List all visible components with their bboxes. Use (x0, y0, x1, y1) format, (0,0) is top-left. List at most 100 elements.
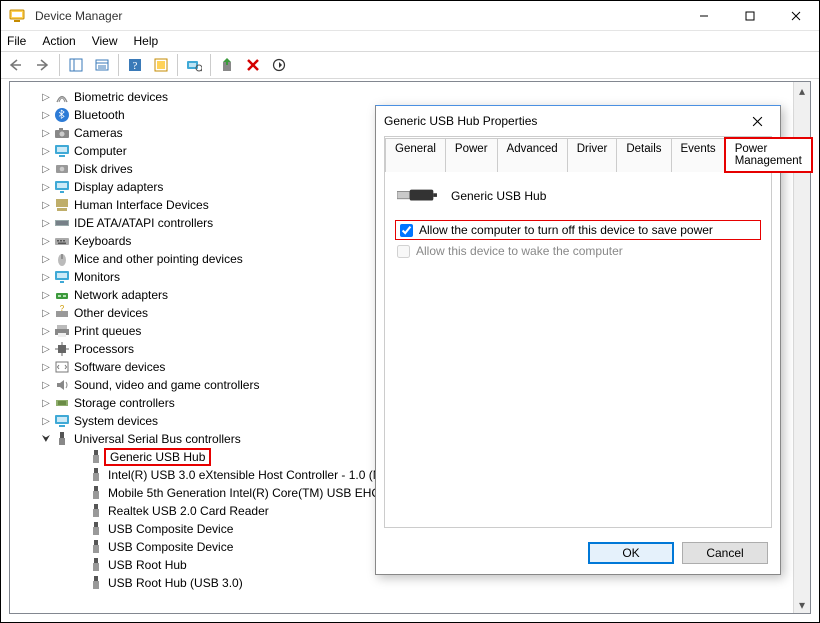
tree-item-label: Mice and other pointing devices (74, 252, 243, 266)
usb-device-icon (88, 503, 104, 519)
tree-item-label: Biometric devices (74, 90, 168, 104)
checkbox-allow-turnoff-input[interactable] (400, 224, 413, 237)
tab-details[interactable]: Details (616, 138, 671, 172)
tab-power-management[interactable]: Power Management (725, 138, 812, 172)
usb-device-icon (88, 539, 104, 555)
properties-dialog: Generic USB Hub Properties General Power… (375, 105, 781, 575)
chevron-right-icon[interactable]: ▷ (40, 398, 52, 409)
ide-icon (54, 215, 70, 231)
tree-item-label: Software devices (74, 360, 165, 374)
keyboard-icon (54, 233, 70, 249)
chevron-right-icon[interactable]: ▷ (40, 308, 52, 319)
app-icon (9, 8, 25, 24)
chevron-right-icon[interactable]: ▷ (40, 344, 52, 355)
tree-item-label: Processors (74, 342, 134, 356)
menu-help[interactable]: Help (134, 34, 159, 48)
storage-icon (54, 395, 70, 411)
menu-action[interactable]: Action (42, 34, 75, 48)
tab-general[interactable]: General (385, 138, 446, 172)
action-icon[interactable] (149, 53, 173, 77)
checkbox-allow-wake-input (397, 245, 410, 258)
tree-item-usb-child[interactable]: USB Root Hub (USB 3.0) (12, 574, 792, 592)
tree-item-label: Sound, video and game controllers (74, 378, 259, 392)
usb-device-icon (88, 575, 104, 591)
chevron-down-icon[interactable]: ⮟ (40, 434, 52, 445)
network-icon (54, 287, 70, 303)
biometric-icon (54, 89, 70, 105)
menu-file[interactable]: File (7, 34, 26, 48)
chevron-right-icon[interactable]: ▷ (40, 218, 52, 229)
menu-view[interactable]: View (92, 34, 118, 48)
help-button[interactable]: ? (123, 53, 147, 77)
tree-item-label: Network adapters (74, 288, 168, 302)
tree-item[interactable]: ▷ Biometric devices (12, 88, 792, 106)
forward-button[interactable] (31, 53, 55, 77)
chevron-right-icon[interactable]: ▷ (40, 272, 52, 283)
usb-device-icon (88, 449, 104, 465)
checkbox-allow-turnoff[interactable]: Allow the computer to turn off this devi… (395, 220, 761, 240)
system-icon (54, 413, 70, 429)
chevron-right-icon[interactable]: ▷ (40, 146, 52, 157)
chevron-right-icon[interactable]: ▷ (40, 290, 52, 301)
scroll-up-button[interactable]: ▴ (794, 82, 810, 99)
display-icon (54, 179, 70, 195)
checkbox-allow-turnoff-label: Allow the computer to turn off this devi… (419, 223, 713, 237)
chevron-right-icon[interactable]: ▷ (40, 326, 52, 337)
chevron-right-icon[interactable]: ▷ (40, 92, 52, 103)
update-driver-button[interactable] (215, 53, 239, 77)
tree-item-label: USB Root Hub (USB 3.0) (108, 576, 243, 590)
chevron-right-icon[interactable]: ▷ (40, 110, 52, 121)
tree-item-label: Realtek USB 2.0 Card Reader (108, 504, 269, 518)
show-hide-tree-button[interactable] (64, 53, 88, 77)
close-button[interactable] (773, 1, 819, 31)
usb-icon (54, 431, 70, 447)
chevron-right-icon[interactable]: ▷ (40, 200, 52, 211)
chevron-right-icon[interactable]: ▷ (40, 362, 52, 373)
tree-item-label: USB Root Hub (108, 558, 187, 572)
other-icon: ? (54, 305, 70, 321)
disk-icon (54, 161, 70, 177)
tree-item-label: Computer (74, 144, 127, 158)
tree-item-label: Other devices (74, 306, 148, 320)
disable-device-button[interactable] (267, 53, 291, 77)
printer-icon (54, 323, 70, 339)
sound-icon (54, 377, 70, 393)
ok-button[interactable]: OK (588, 542, 674, 564)
camera-icon (54, 125, 70, 141)
tab-power[interactable]: Power (445, 138, 498, 172)
window-title: Device Manager (35, 9, 122, 23)
tree-item-label: Generic USB Hub (104, 448, 211, 466)
properties-button[interactable] (90, 53, 114, 77)
minimize-button[interactable] (681, 1, 727, 31)
tree-item-label: Cameras (74, 126, 123, 140)
menubar: File Action View Help (1, 31, 819, 51)
tab-advanced[interactable]: Advanced (497, 138, 568, 172)
chevron-right-icon[interactable]: ▷ (40, 164, 52, 175)
svg-text:?: ? (60, 305, 65, 313)
cancel-button[interactable]: Cancel (682, 542, 768, 564)
chevron-right-icon[interactable]: ▷ (40, 236, 52, 247)
software-icon (54, 359, 70, 375)
dialog-title: Generic USB Hub Properties (384, 114, 537, 128)
tree-item-label: USB Composite Device (108, 522, 233, 536)
maximize-button[interactable] (727, 1, 773, 31)
chevron-right-icon[interactable]: ▷ (40, 128, 52, 139)
chevron-right-icon[interactable]: ▷ (40, 380, 52, 391)
tree-item-label: System devices (74, 414, 158, 428)
chevron-right-icon[interactable]: ▷ (40, 416, 52, 427)
scroll-down-button[interactable]: ▾ (794, 596, 810, 613)
svg-text:?: ? (133, 60, 138, 72)
tree-item-label: Monitors (74, 270, 120, 284)
computer-icon (54, 143, 70, 159)
tab-driver[interactable]: Driver (567, 138, 618, 172)
scan-hardware-button[interactable] (182, 53, 206, 77)
chevron-right-icon[interactable]: ▷ (40, 182, 52, 193)
back-button[interactable] (5, 53, 29, 77)
cpu-icon (54, 341, 70, 357)
uninstall-device-button[interactable] (241, 53, 265, 77)
tab-events[interactable]: Events (671, 138, 726, 172)
dialog-device-name: Generic USB Hub (451, 189, 546, 203)
dialog-tabs: General Power Advanced Driver Details Ev… (385, 137, 771, 172)
chevron-right-icon[interactable]: ▷ (40, 254, 52, 265)
dialog-close-button[interactable] (742, 106, 772, 136)
